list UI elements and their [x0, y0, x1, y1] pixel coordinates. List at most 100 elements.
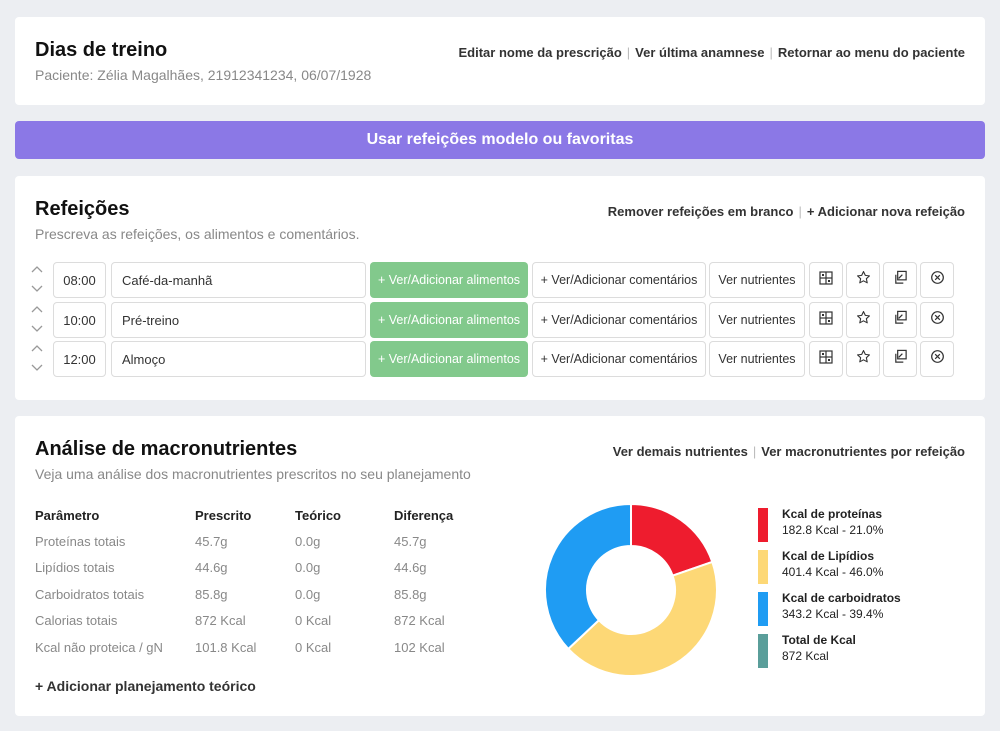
meal-time-input[interactable]: 12:00 — [53, 341, 106, 377]
meal-name-input[interactable]: Almoço — [111, 341, 366, 377]
remove-empty-meals-link[interactable]: Remover refeições em branco — [608, 204, 794, 219]
duplicate-button[interactable] — [883, 302, 917, 338]
table-cell: 44.6g — [195, 560, 228, 576]
add-foods-button[interactable]: + Ver/Adicionar alimentos — [370, 341, 528, 377]
remove-meal-button[interactable] — [920, 262, 954, 298]
link-separator: | — [798, 204, 802, 219]
remove-meal-button[interactable] — [920, 302, 954, 338]
edit-prescription-name-link[interactable]: Editar nome da prescrição — [459, 45, 622, 60]
link-separator: | — [626, 45, 631, 60]
meal-time-input[interactable]: 08:00 — [53, 262, 106, 298]
grid-icon — [819, 349, 833, 369]
legend-swatch — [758, 634, 768, 668]
prescription-header-card: Dias de treino Paciente: Zélia Magalhães… — [15, 17, 985, 105]
table-row: Lipídios totais 44.6g 0.0g 44.6g — [35, 555, 474, 582]
legend-swatch — [758, 508, 768, 542]
legend-value: 872 Kcal — [782, 649, 829, 663]
close-icon — [930, 349, 945, 369]
macros-title: Análise de macronutrientes — [35, 438, 298, 460]
view-nutrients-button[interactable]: Ver nutrientes — [709, 341, 805, 377]
move-down-icon[interactable] — [30, 361, 44, 373]
duplicate-button[interactable] — [883, 262, 917, 298]
favorite-button[interactable] — [846, 262, 880, 298]
table-cell: 0 Kcal — [295, 639, 332, 655]
legend-item: Kcal de Lipídios 401.4 Kcal - 46.0% — [758, 548, 901, 590]
close-icon — [930, 310, 945, 330]
column-header: Diferença — [394, 507, 454, 523]
table-header-row: Parâmetro Prescrito Teórico Diferença — [35, 502, 474, 528]
copy-icon — [893, 270, 908, 290]
meals-subtitle: Prescreva as refeições, os alimentos e c… — [35, 226, 360, 242]
table-cell: 45.7g — [195, 533, 228, 549]
meal-row: 08:00 Café-da-manhã + Ver/Adicionar alimen… — [30, 262, 960, 298]
add-meal-link[interactable]: + Adicionar nova refeição — [807, 204, 965, 219]
page-title: Dias de treino — [35, 39, 168, 61]
add-theoretical-plan-link[interactable]: + Adicionar planejamento teórico — [35, 678, 256, 694]
star-icon — [856, 270, 871, 290]
table-cell: 85.8g — [394, 586, 427, 602]
link-separator: | — [769, 45, 773, 60]
macros-donut-chart — [544, 502, 718, 677]
macros-card: Análise de macronutrientes Veja uma anál… — [15, 416, 985, 716]
move-up-icon[interactable] — [30, 304, 44, 316]
table-cell: 0.0g — [295, 586, 321, 602]
add-foods-button[interactable]: + Ver/Adicionar alimentos — [370, 262, 528, 298]
header-links: Editar nome da prescrição | Ver última a… — [459, 45, 966, 60]
table-cell: 85.8g — [195, 586, 228, 602]
patient-info: Paciente: Zélia Magalhães, 21912341234, … — [35, 67, 372, 83]
return-patient-menu-link[interactable]: Retornar ao menu do paciente — [778, 45, 965, 60]
legend-item: Total de Kcal 872 Kcal — [758, 632, 901, 674]
view-nutrients-button[interactable]: Ver nutrientes — [709, 302, 805, 338]
star-icon — [856, 349, 871, 369]
add-comments-button[interactable]: + Ver/Adicionar comentários — [532, 341, 706, 377]
table-cell: 872 Kcal — [195, 613, 246, 629]
favorite-button[interactable] — [846, 302, 880, 338]
table-cell: Carboidratos totais — [35, 586, 145, 602]
move-up-icon[interactable] — [30, 343, 44, 355]
add-comments-button[interactable]: + Ver/Adicionar comentários — [532, 302, 706, 338]
donut-slice — [630, 502, 714, 577]
move-up-icon[interactable] — [30, 264, 44, 276]
meal-name-input[interactable]: Pré-treino — [111, 302, 366, 338]
column-header: Prescrito — [195, 507, 252, 523]
view-other-nutrients-link[interactable]: Ver demais nutrientes — [613, 444, 748, 459]
table-cell: Kcal não proteica / gN — [35, 639, 163, 655]
duplicate-button[interactable] — [883, 341, 917, 377]
column-header: Teórico — [295, 507, 341, 523]
column-header: Parâmetro — [35, 507, 100, 523]
legend-title: Kcal de Lipídios — [782, 549, 875, 563]
table-cell: Calorias totais — [35, 613, 118, 629]
meal-row: 12:00 Almoço + Ver/Adicionar alimentos + Ve… — [30, 341, 960, 377]
table-cell: Proteínas totais — [35, 533, 126, 549]
table-row: Carboidratos totais 85.8g 0.0g 85.8g — [35, 581, 474, 608]
table-row: Calorias totais 872 Kcal 0 Kcal 872 Kcal — [35, 608, 474, 635]
view-macros-per-meal-link[interactable]: Ver macronutrientes por refeição — [761, 444, 965, 459]
substitutions-button[interactable] — [809, 262, 843, 298]
table-cell: Lipídios totais — [35, 560, 115, 576]
view-last-anamnesis-link[interactable]: Ver última anamnese — [635, 45, 764, 60]
substitutions-button[interactable] — [809, 341, 843, 377]
table-cell: 101.8 Kcal — [195, 639, 257, 655]
legend-value: 401.4 Kcal - 46.0% — [782, 565, 884, 579]
use-template-meals-button[interactable]: Usar refeições modelo ou favoritas — [15, 121, 985, 159]
star-icon — [856, 310, 871, 330]
meal-time-input[interactable]: 10:00 — [53, 302, 106, 338]
move-down-icon[interactable] — [30, 322, 44, 334]
table-cell: 0.0g — [295, 533, 321, 549]
favorite-button[interactable] — [846, 341, 880, 377]
table-cell: 0.0g — [295, 560, 321, 576]
legend-title: Kcal de carboidratos — [782, 591, 901, 605]
legend-swatch — [758, 550, 768, 584]
meal-row: 10:00 Pré-treino + Ver/Adicionar alimentos… — [30, 302, 960, 338]
meals-title: Refeições — [35, 198, 130, 220]
legend-swatch — [758, 592, 768, 626]
view-nutrients-button[interactable]: Ver nutrientes — [709, 262, 805, 298]
substitutions-button[interactable] — [809, 302, 843, 338]
add-foods-button[interactable]: + Ver/Adicionar alimentos — [370, 302, 528, 338]
legend-title: Total de Kcal — [782, 633, 856, 647]
table-cell: 102 Kcal — [394, 639, 445, 655]
add-comments-button[interactable]: + Ver/Adicionar comentários — [532, 262, 706, 298]
remove-meal-button[interactable] — [920, 341, 954, 377]
move-down-icon[interactable] — [30, 282, 44, 294]
meal-name-input[interactable]: Café-da-manhã — [111, 262, 366, 298]
